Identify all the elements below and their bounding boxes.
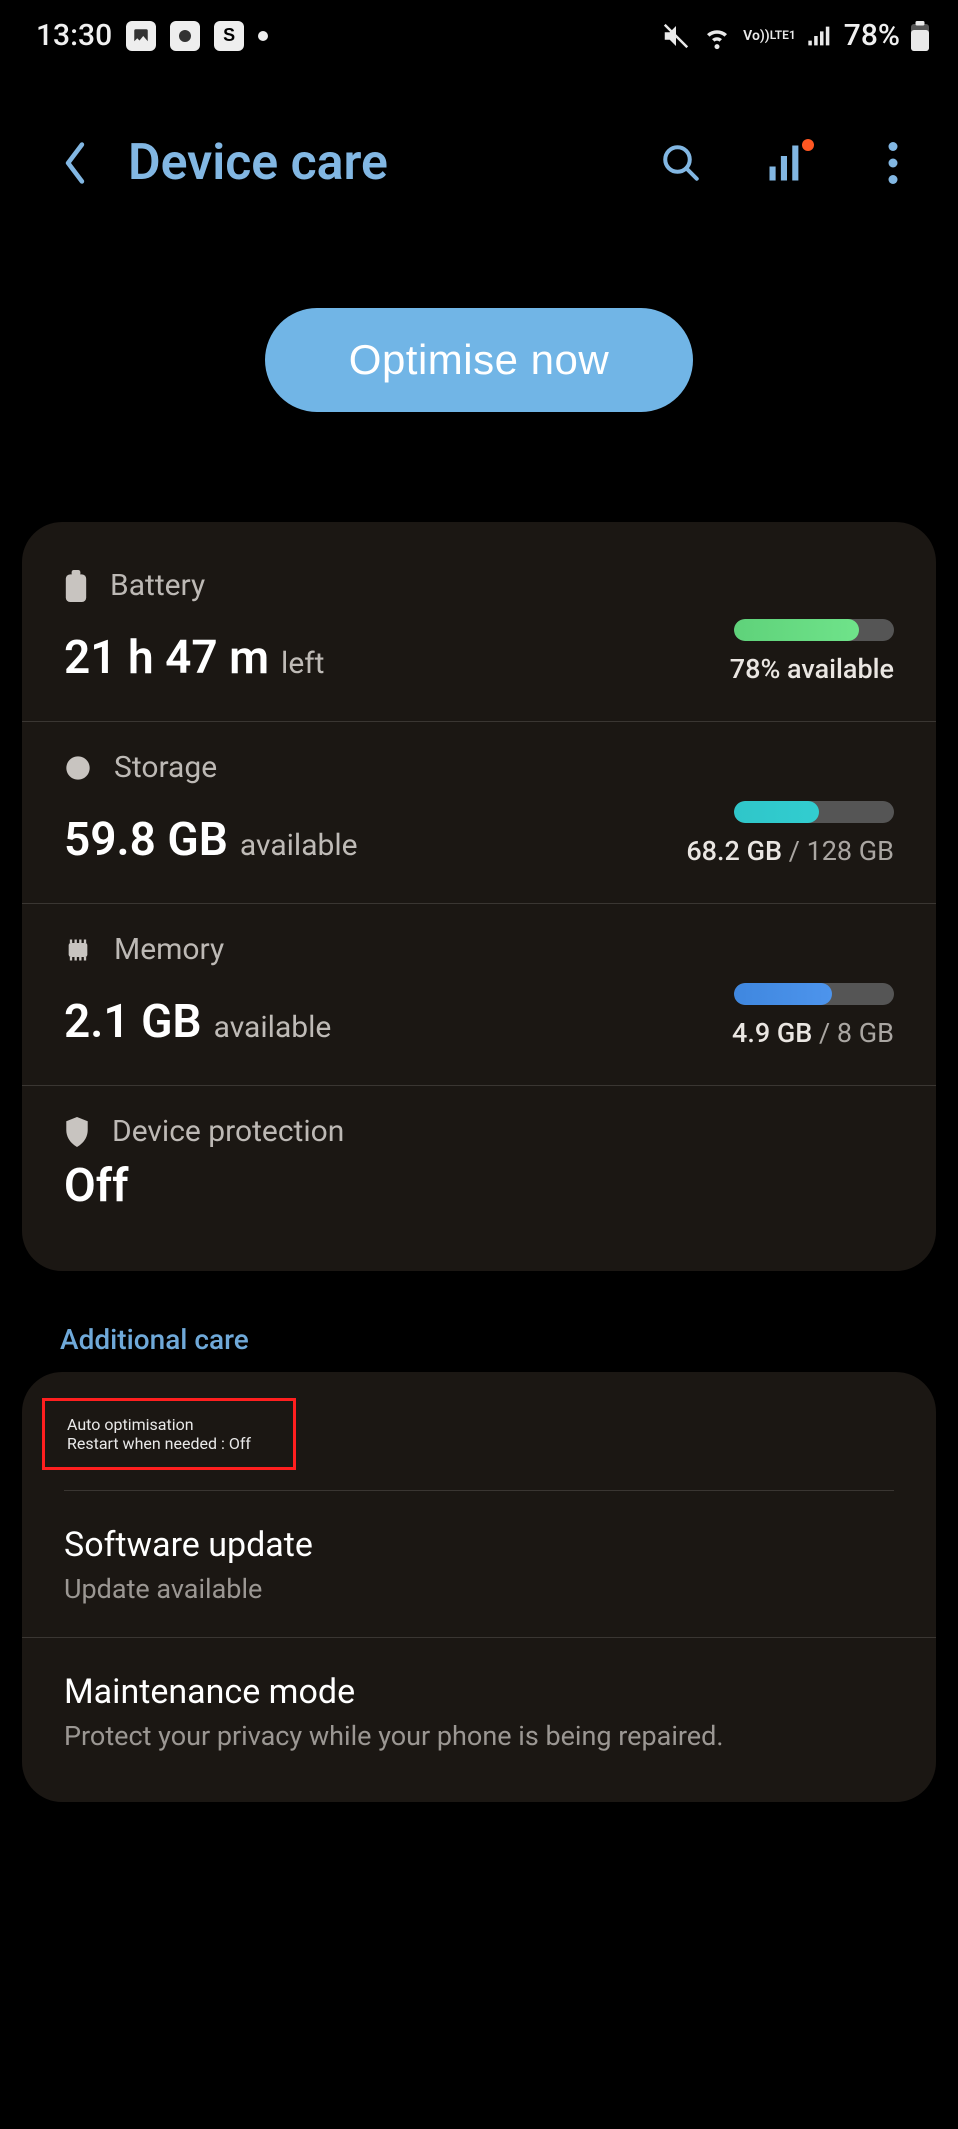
storage-progress-bar	[734, 801, 894, 823]
more-notif-icon	[258, 31, 268, 41]
shield-icon	[64, 1117, 90, 1147]
additional-care-card: Auto optimisation Restart when needed : …	[22, 1372, 936, 1802]
status-left: 13:30 S	[36, 18, 268, 53]
s-notif-icon: S	[214, 21, 244, 51]
diagnostics-button[interactable]	[762, 133, 812, 193]
memory-value: 2.1 GB	[64, 995, 202, 1049]
back-button[interactable]	[50, 138, 100, 188]
memory-label: Memory	[114, 932, 224, 967]
status-time: 13:30	[36, 18, 112, 53]
memory-suffix: available	[214, 1010, 332, 1045]
storage-row[interactable]: Storage 59.8 GB available 68.2 GB / 128 …	[22, 722, 936, 904]
search-button[interactable]	[656, 133, 706, 193]
storage-suffix: available	[240, 828, 358, 863]
battery-time-suffix: left	[281, 646, 324, 681]
auto-optimisation-sub: Restart when needed : Off	[67, 1434, 251, 1453]
memory-usage-text: 4.9 GB / 8 GB	[732, 1017, 894, 1049]
storage-usage-text: 68.2 GB / 128 GB	[686, 835, 894, 867]
page-title: Device care	[128, 134, 388, 192]
maintenance-mode-row[interactable]: Maintenance mode Protect your privacy wh…	[22, 1638, 936, 1784]
battery-icon	[910, 21, 930, 51]
status-battery-pct: 78%	[844, 18, 900, 53]
device-protection-row[interactable]: Device protection Off	[22, 1086, 936, 1249]
storage-value: 59.8 GB	[64, 813, 228, 867]
status-right: Vo))LTE1 78%	[661, 18, 930, 53]
app-header: Device care	[0, 63, 958, 193]
optimise-now-button[interactable]: Optimise now	[265, 308, 693, 412]
more-options-button[interactable]	[868, 133, 918, 193]
battery-row[interactable]: Battery 21 h 47 m left 78% available	[22, 540, 936, 722]
storage-label: Storage	[114, 750, 217, 785]
battery-available-text: 78% available	[730, 653, 894, 685]
wifi-icon	[701, 21, 733, 51]
auto-optimisation-highlight: Auto optimisation Restart when needed : …	[42, 1398, 296, 1470]
battery-icon	[64, 570, 88, 602]
status-bar: 13:30 S Vo))LTE1 78%	[0, 0, 958, 63]
device-protection-label: Device protection	[112, 1114, 344, 1149]
storage-icon	[64, 754, 92, 782]
battery-label: Battery	[110, 568, 205, 603]
app-notif-icon	[170, 21, 200, 51]
alert-dot-icon	[802, 139, 814, 151]
additional-care-header: Additional care	[0, 1271, 958, 1356]
maintenance-mode-sub: Protect your privacy while your phone is…	[64, 1720, 894, 1752]
signal-icon	[806, 22, 834, 50]
auto-optimisation-row[interactable]: Auto optimisation Restart when needed : …	[45, 1401, 273, 1467]
device-protection-value: Off	[64, 1159, 894, 1213]
memory-progress-bar	[734, 983, 894, 1005]
software-update-title: Software update	[64, 1525, 894, 1565]
battery-progress-bar	[734, 619, 894, 641]
memory-icon	[64, 936, 92, 964]
mute-icon	[661, 21, 691, 51]
volte-icon: Vo))LTE1	[743, 29, 796, 43]
device-care-summary-card: Battery 21 h 47 m left 78% available Sto…	[22, 522, 936, 1271]
software-update-row[interactable]: Software update Update available	[22, 1491, 936, 1638]
memory-row[interactable]: Memory 2.1 GB available 4.9 GB / 8 GB	[22, 904, 936, 1086]
maintenance-mode-title: Maintenance mode	[64, 1672, 894, 1712]
gallery-notif-icon	[126, 21, 156, 51]
auto-optimisation-title: Auto optimisation	[67, 1415, 251, 1434]
software-update-sub: Update available	[64, 1573, 894, 1605]
battery-time-value: 21 h 47 m	[64, 631, 269, 685]
